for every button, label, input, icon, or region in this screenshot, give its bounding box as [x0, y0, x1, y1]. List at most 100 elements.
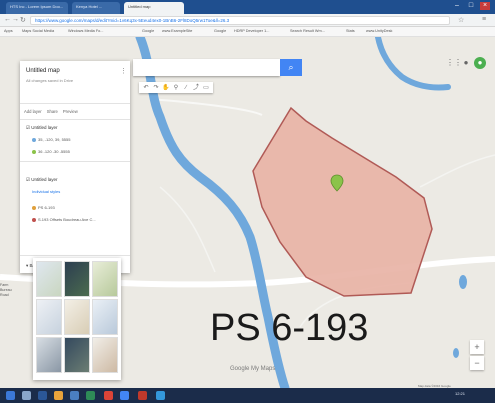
river-path-ne [375, 37, 451, 91]
map-place-labels: Farm Bureau Road [0, 283, 12, 298]
basemap-thumb[interactable] [64, 261, 90, 297]
windows-taskbar: 12:21 [0, 388, 495, 403]
polygon-dot-icon [32, 205, 36, 210]
layer-2-item[interactable]: S.193 Offsets Boudreau Ave C... [32, 217, 96, 222]
parcel-label: PS 6-193 [210, 307, 369, 349]
reload-icon[interactable]: ↻ [20, 16, 26, 24]
polygon-dot-icon [32, 217, 36, 222]
bookmark-item[interactable]: www.ExampleSite [162, 29, 192, 33]
layer-2-label: Untitled layer [31, 177, 58, 182]
basemap-thumb[interactable] [36, 261, 62, 297]
taskbar-app-icon[interactable] [120, 391, 129, 400]
search-icon[interactable]: ⌕ [280, 59, 302, 76]
marker-dot-icon [32, 149, 36, 154]
preview-button[interactable]: Preview [63, 109, 78, 114]
bookmark-item[interactable]: Google [214, 29, 226, 33]
layer-1-item[interactable]: 35, -120, 39, 5555 [32, 137, 70, 142]
bookmark-item[interactable]: Google [142, 29, 154, 33]
map-title[interactable]: Untitled map [26, 68, 60, 74]
place-label: Road [0, 293, 9, 297]
maximize-icon[interactable]: □ [466, 2, 476, 10]
basemap-thumb[interactable] [64, 299, 90, 335]
tab-3-active[interactable]: Untitled map [124, 2, 184, 14]
layers-panel: Untitled map All changes saved in Drive … [20, 61, 130, 273]
tab-1[interactable]: HTS Inc - Lorem Ipsum Doo... [6, 2, 68, 14]
start-icon[interactable] [6, 391, 15, 400]
chrome-icon[interactable] [104, 391, 113, 400]
layer-1-item-label: 35, -120, 39, 5555 [38, 137, 71, 142]
apps-grid-icon[interactable]: ⋮⋮ [446, 57, 462, 69]
minor-road-path [419, 154, 495, 188]
taskbar-app-icon[interactable] [138, 391, 147, 400]
folder-icon[interactable] [54, 391, 63, 400]
bookmark-item[interactable]: Search Result Wm... [290, 29, 325, 33]
divider [20, 103, 130, 104]
divider [20, 161, 130, 162]
bookmark-item[interactable]: HDRP Developer 1... [234, 29, 269, 33]
layer-2-item-label: S.193 Offsets Boudreau Ave C... [38, 217, 96, 222]
pond-shape [459, 275, 467, 289]
notifications-icon[interactable]: ● [460, 57, 472, 69]
taskbar-app-icon[interactable] [156, 391, 165, 400]
divider [20, 255, 130, 256]
basemap-thumb[interactable] [36, 299, 62, 335]
bookmarks-bar: Apps Maps Social Media Windows Media Fo.… [0, 27, 495, 37]
zoom-out-button[interactable]: − [470, 356, 484, 370]
url-field[interactable]: https://www.google.com/maps/d/edit?mid=1… [30, 16, 450, 25]
taskbar-app-icon[interactable] [22, 391, 31, 400]
polygon-shape[interactable] [252, 106, 433, 297]
tab-3-label: Untitled map [128, 4, 151, 9]
basemap-thumb[interactable] [64, 337, 90, 373]
basemap-thumb[interactable] [36, 337, 62, 373]
taskbar-app-icon[interactable] [38, 391, 47, 400]
bookmark-item[interactable]: Windows Media Fo... [68, 29, 103, 33]
bookmark-item[interactable]: Apps [4, 29, 13, 33]
basemap-thumb[interactable] [92, 337, 118, 373]
bookmark-item[interactable]: www.UnityDesk [366, 29, 392, 33]
taskbar-app-icon[interactable] [86, 391, 95, 400]
browser-tab-bar: HTS Inc - Lorem Ipsum Doo... Kenya Hotel… [0, 0, 495, 14]
panel-actions: Add layer Share Preview [24, 109, 126, 114]
bookmark-item[interactable]: Maps Social Media [22, 29, 54, 33]
taskbar-clock: 12:21 [455, 391, 466, 396]
tab-1-label: HTS Inc - Lorem Ipsum Doo... [10, 4, 64, 9]
layer-1-name[interactable]: ☑ Untitled layer [26, 125, 58, 131]
layer-1-item-label: 36 -120 -30 -5555 [38, 149, 70, 154]
undo-icon[interactable]: ↶ [142, 84, 150, 92]
share-button[interactable]: Share [47, 109, 58, 114]
hand-icon[interactable]: ✋ [162, 84, 170, 92]
more-options-icon[interactable]: ⋮ [120, 67, 127, 75]
layer-2-item[interactable]: PS 6-193 [32, 205, 55, 210]
directions-icon[interactable]: ⤴ [192, 84, 200, 92]
forward-icon[interactable]: → [12, 16, 19, 23]
search-input[interactable] [133, 59, 280, 76]
basemap-thumb[interactable] [92, 299, 118, 335]
tab-2[interactable]: Kenya Hotel ... [72, 2, 120, 14]
taskbar-app-icon[interactable] [70, 391, 79, 400]
minimize-icon[interactable]: – [452, 2, 462, 10]
tab-2-label: Kenya Hotel ... [76, 4, 103, 9]
map-toolbar: ↶ ↷ ✋ ⚲ ∕ ⤴ ▭ [139, 82, 213, 93]
google-my-maps-logo: Google My Maps [230, 366, 276, 372]
draw-line-icon[interactable]: ∕ [182, 84, 190, 92]
redo-icon[interactable]: ↷ [152, 84, 160, 92]
basemap-thumb[interactable] [92, 261, 118, 297]
minor-road-path [149, 98, 263, 116]
map-canvas[interactable]: ⌕ ↶ ↷ ✋ ⚲ ∕ ⤴ ▭ ⋮⋮ ● ● Untitled map All … [0, 37, 495, 388]
avatar[interactable]: ● [474, 57, 486, 69]
save-status: All changes saved in Drive [26, 78, 74, 83]
location-dot-icon [32, 137, 36, 142]
individual-styles-link[interactable]: Individual styles [32, 189, 60, 194]
layer-2-name[interactable]: ☑ Untitled layer [26, 177, 58, 183]
close-icon[interactable]: × [480, 2, 490, 10]
back-icon[interactable]: ← [4, 16, 11, 23]
layer-1-item[interactable]: 36 -120 -30 -5555 [32, 149, 70, 154]
measure-icon[interactable]: ▭ [202, 84, 210, 92]
add-marker-icon[interactable]: ⚲ [172, 84, 180, 92]
zoom-in-button[interactable]: + [470, 340, 484, 354]
bookmark-star-icon[interactable]: ☆ [458, 16, 464, 24]
bookmark-item[interactable]: Stats [346, 29, 355, 33]
chrome-menu-icon[interactable]: ≡ [482, 16, 486, 23]
add-layer-button[interactable]: Add layer [24, 109, 42, 114]
pond-shape [453, 348, 459, 358]
